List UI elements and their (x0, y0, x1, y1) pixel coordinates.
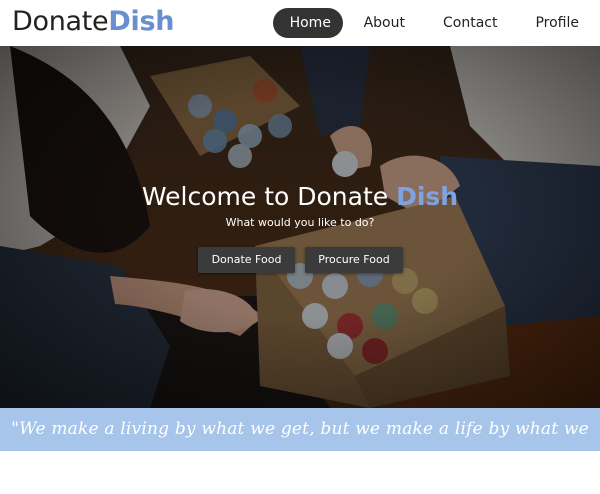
nav-home[interactable]: Home (272, 8, 343, 38)
nav-profile[interactable]: Profile (518, 8, 596, 38)
nav-contact[interactable]: Contact (426, 8, 514, 38)
hero-subtitle: What would you like to do? (225, 216, 375, 229)
quote-banner: "We make a living by what we get, but we… (0, 408, 600, 482)
procure-food-button[interactable]: Procure Food (305, 247, 403, 273)
hero-title-accent: Dish (396, 182, 459, 211)
main-nav: Home About Contact Profile (272, 8, 600, 38)
site-logo[interactable]: DonateDish (12, 3, 174, 41)
logo-text-primary: Donate (12, 6, 109, 37)
hero-title-primary: Welcome to Donate (141, 182, 397, 211)
donate-food-button[interactable]: Donate Food (198, 247, 295, 273)
hero-title: Welcome to Donate Dish (0, 182, 600, 211)
nav-about[interactable]: About (347, 8, 422, 38)
hero-section: Welcome to Donate Dish What would you li… (0, 46, 600, 408)
logo-text-accent: Dish (108, 6, 175, 37)
site-header: DonateDish Home About Contact Profile (0, 0, 600, 46)
